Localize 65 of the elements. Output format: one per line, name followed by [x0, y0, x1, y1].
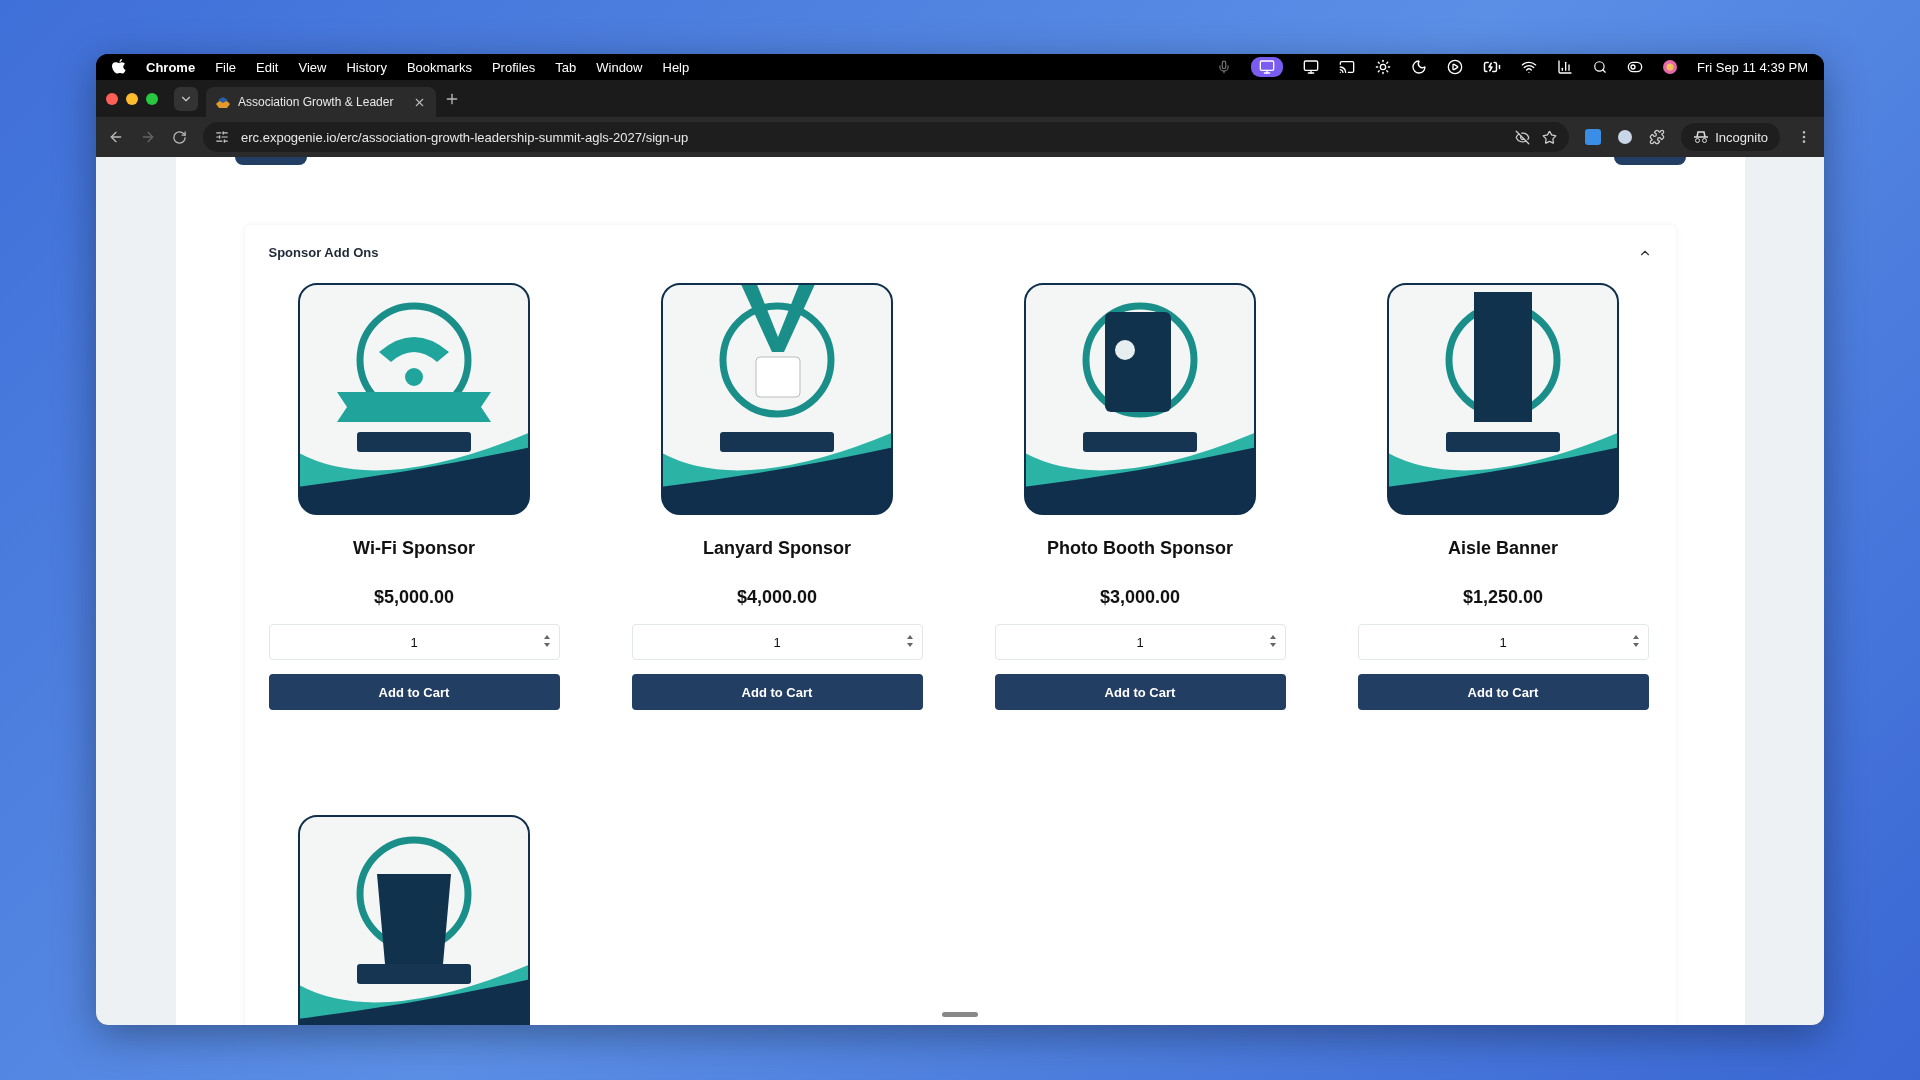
quantity-field[interactable]: 1	[994, 624, 1286, 660]
section-title: Sponsor Add Ons	[268, 245, 379, 260]
screen-icon[interactable]	[1302, 59, 1319, 75]
product-name: Lanyard Sponsor	[703, 538, 851, 559]
apple-logo-icon[interactable]	[112, 59, 126, 75]
quantity-field[interactable]: 1	[268, 624, 560, 660]
cut-off-button[interactable]	[234, 157, 307, 165]
product-name: Photo Booth Sponsor	[1047, 538, 1233, 559]
screen-share-icon[interactable]	[1250, 57, 1283, 77]
search-icon[interactable]	[1592, 60, 1607, 74]
sun-icon[interactable]	[1374, 59, 1391, 75]
incognito-button[interactable]: Incognito	[1681, 123, 1780, 151]
eye-off-icon[interactable]	[1515, 129, 1531, 145]
browser-tab[interactable]: Association Growth & Leader	[206, 87, 436, 117]
minimize-window-button[interactable]	[126, 92, 138, 105]
tab-search-button[interactable]	[174, 86, 198, 111]
menu-item[interactable]: Tab	[555, 59, 577, 75]
scroll-handle[interactable]	[942, 1012, 978, 1017]
product-price: $4,000.00	[736, 587, 818, 608]
site-icon	[216, 96, 230, 108]
menu-item[interactable]: File	[215, 59, 237, 75]
menu-item[interactable]: Bookmarks	[406, 59, 472, 75]
play-icon[interactable]	[1446, 59, 1463, 75]
reload-icon[interactable]	[172, 129, 187, 145]
extension-icon[interactable]	[1585, 129, 1602, 145]
back-icon[interactable]	[108, 129, 124, 145]
menu-item[interactable]: Profiles	[491, 59, 536, 75]
tab-title: Association Growth & Leader	[238, 95, 395, 109]
product-name: Wi-Fi Sponsor	[353, 538, 475, 559]
address-bar[interactable]: erc.expogenie.io/erc/association-growth-leadership-summit-agls-2027/sign-up	[203, 122, 1570, 152]
maximize-window-button[interactable]	[146, 92, 158, 105]
add-to-cart-button[interactable]: Add to Cart	[994, 674, 1286, 710]
extensions-puzzle-icon[interactable]	[1649, 129, 1666, 145]
quantity-field[interactable]: 1	[631, 624, 923, 660]
clock[interactable]: Fri Sep 11 4:39 PM	[1696, 59, 1808, 75]
quantity-field[interactable]: 1	[1357, 624, 1649, 660]
add-to-cart-button[interactable]: Add to Cart	[1357, 674, 1649, 710]
menu-item[interactable]: View	[298, 59, 327, 75]
microphone-icon[interactable]	[1216, 60, 1231, 74]
spinner-icon[interactable]	[543, 634, 550, 648]
close-window-button[interactable]	[106, 92, 118, 105]
extension-icon[interactable]	[1617, 129, 1634, 145]
menu-item[interactable]: Window	[596, 59, 643, 75]
product-price: $1,250.00	[1462, 587, 1544, 608]
menu-item[interactable]: Edit	[256, 59, 279, 75]
spinner-icon[interactable]	[1269, 634, 1276, 648]
product-name: Aisle Banner	[1447, 538, 1558, 559]
spinner-icon[interactable]	[906, 634, 913, 648]
add-to-cart-button[interactable]: Add to Cart	[268, 674, 560, 710]
menu-item[interactable]: Help	[662, 59, 690, 75]
chart-icon[interactable]	[1556, 59, 1573, 75]
site-settings-icon	[215, 130, 229, 144]
bookmark-star-icon[interactable]	[1542, 129, 1558, 145]
spinner-icon[interactable]	[1632, 634, 1639, 648]
cut-off-button[interactable]	[1613, 157, 1686, 165]
incognito-icon[interactable]	[1693, 131, 1710, 143]
product-price: $3,000.00	[1099, 587, 1181, 608]
wifi-icon[interactable]	[1520, 59, 1537, 75]
cast-icon[interactable]	[1338, 59, 1355, 75]
menu-item[interactable]: History	[346, 59, 387, 75]
url-text: erc.expogenie.io/erc/association-growth-leadership-summit-agls-2027/sign-up	[241, 129, 690, 145]
product-price: $5,000.00	[373, 587, 455, 608]
app-menu[interactable]: Chrome	[146, 59, 196, 75]
add-to-cart-button[interactable]: Add to Cart	[631, 674, 923, 710]
moon-icon[interactable]	[1410, 59, 1427, 75]
